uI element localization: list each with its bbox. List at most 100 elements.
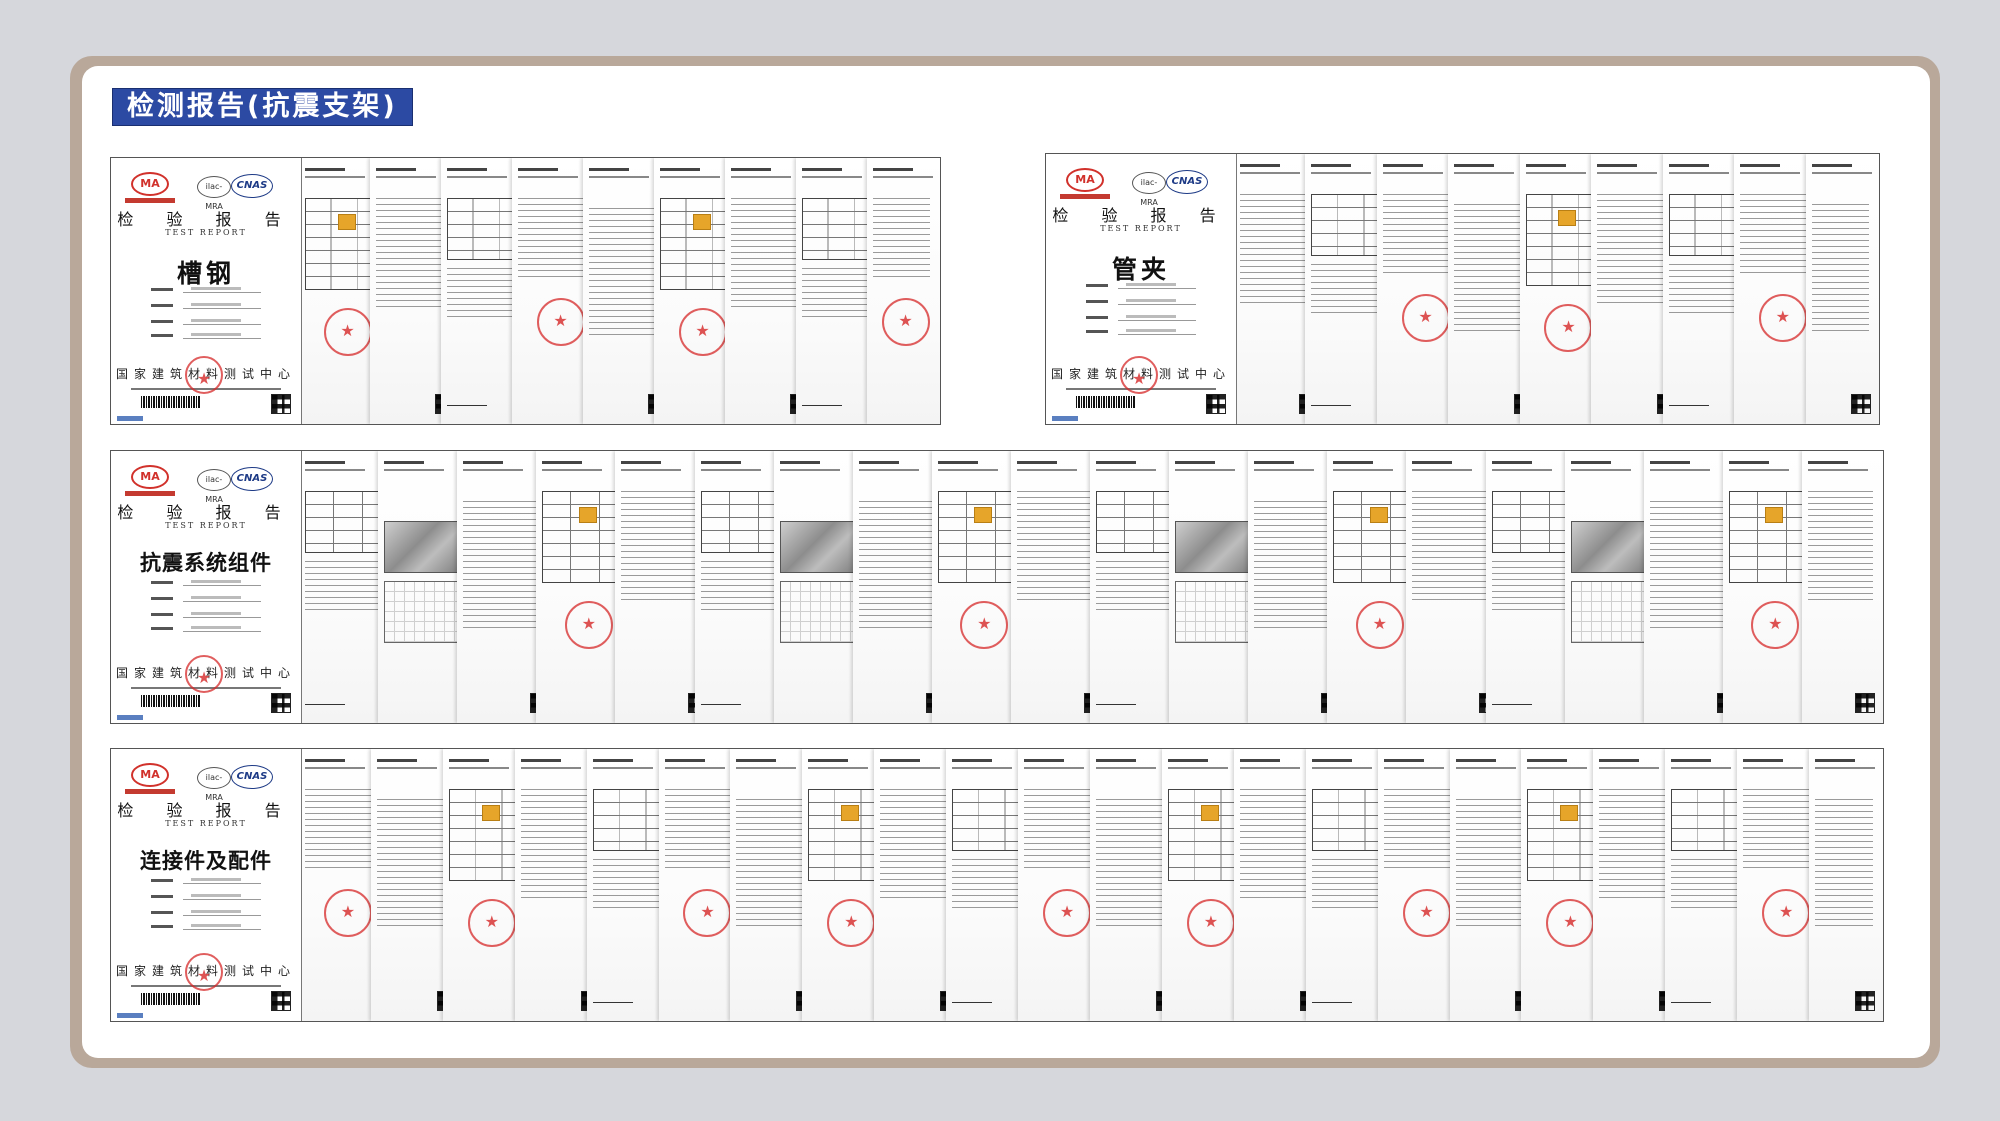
red-seal [1544,304,1593,352]
cnas-logo: CNAS [231,174,273,198]
field-line [183,292,261,293]
field-line [183,915,261,916]
page-header-line [1240,164,1280,167]
page-header-line [664,767,725,769]
page-header-line [518,176,578,178]
page-header-line [1668,164,1709,167]
page-header-line [1254,469,1315,471]
grade-mark [578,507,597,523]
report-title: 检 验 报 告 [1052,206,1230,225]
report-title-en: TEST REPORT [165,228,247,237]
page-header-line [1811,172,1872,174]
page-header-line [384,461,425,464]
page-header-line [937,469,998,471]
qr-code [1206,394,1226,414]
page-header-line [1728,461,1769,464]
report-cover: MA ilac-MRA CNAS 检 验 报 告 TEST REPORT 连接件及配件 国家… [111,749,302,1021]
page-header-line [802,176,862,178]
signature [952,992,993,1003]
cover-field [151,626,261,633]
product-name: 管夹 [1111,255,1170,284]
field-value [191,303,241,306]
board-title: 检测报告(抗震支架) [112,88,413,126]
page-header-line [1016,469,1077,471]
report-title-en: TEST REPORT [165,521,247,530]
grade-mark [1558,210,1577,226]
page-header-line [305,176,365,178]
cover-field [151,878,261,885]
field-line [183,585,261,586]
page-header-line [1240,172,1300,174]
page-header-line [520,767,581,769]
page-header-line [447,176,507,178]
report-cover: MA ilac-MRA CNAS 检 验 报 告 TEST REPORT 槽钢 国家建筑材料… [111,158,302,424]
field-value [191,878,241,881]
page-header-line [376,168,416,171]
page-header-line [542,461,583,464]
page-header-line [873,176,933,178]
page-header-line [1333,461,1374,464]
field-line [1118,288,1196,289]
ilac-logo: ilac-MRA [197,767,231,802]
page-header-line [802,168,842,171]
field-value [1126,329,1176,332]
page-header-line [808,759,849,762]
page-header-line [779,469,840,471]
page-header-line [1333,469,1394,471]
page-header-line [542,469,603,471]
qr-code [271,394,291,414]
signature [1096,694,1136,705]
red-seal [185,356,223,394]
page-header-line [1599,759,1640,762]
grade-mark [1765,507,1784,523]
signature [447,395,487,406]
product-name: 槽钢 [176,259,235,288]
page-header-line [1743,759,1784,762]
grade-mark [974,507,993,523]
field-value [191,287,241,290]
page-header-line [1254,461,1295,464]
page-header-line [1454,164,1495,167]
report-page [1801,451,1883,723]
page-header-line [1728,469,1789,471]
page-header-line [858,461,899,464]
cnas-logo: CNAS [1166,170,1208,194]
page-header-line [1807,469,1868,471]
cover-field [151,894,261,901]
page-header-line [1382,164,1423,167]
page-header-line [305,168,345,171]
field-key [151,895,173,898]
page-header-line [305,767,365,769]
report-title: 检 验 报 告 [117,210,295,229]
field-line [183,308,261,309]
field-value [1126,315,1176,318]
ma-logo-tag [125,789,175,794]
page-header-line [1455,767,1516,769]
page-header-line [1383,759,1424,762]
ilac-logo: ilac-MRA [1132,172,1166,207]
field-value [191,924,241,927]
page-header-line [1815,759,1856,762]
field-value [191,580,241,583]
page-header-line [384,469,445,471]
field-value [191,894,241,897]
field-line [183,883,261,884]
field-line [183,929,261,930]
page-header-line [1454,172,1515,174]
page-header-line [1175,461,1216,464]
ma-logo-tag [1060,194,1110,199]
page-header-line [1525,172,1586,174]
grade-mark [1200,805,1219,821]
cover-field [1086,283,1196,290]
report-title: 检 验 报 告 [117,801,295,820]
cover-field [1086,299,1196,306]
field-key [1086,300,1108,303]
field-key [1086,284,1108,287]
field-key [1086,330,1108,333]
page-header-line [952,759,993,762]
page-header-line [589,168,629,171]
field-key [151,925,173,928]
field-key [151,879,173,882]
ilac-logo: ilac-MRA [197,176,231,211]
field-value [191,333,241,336]
